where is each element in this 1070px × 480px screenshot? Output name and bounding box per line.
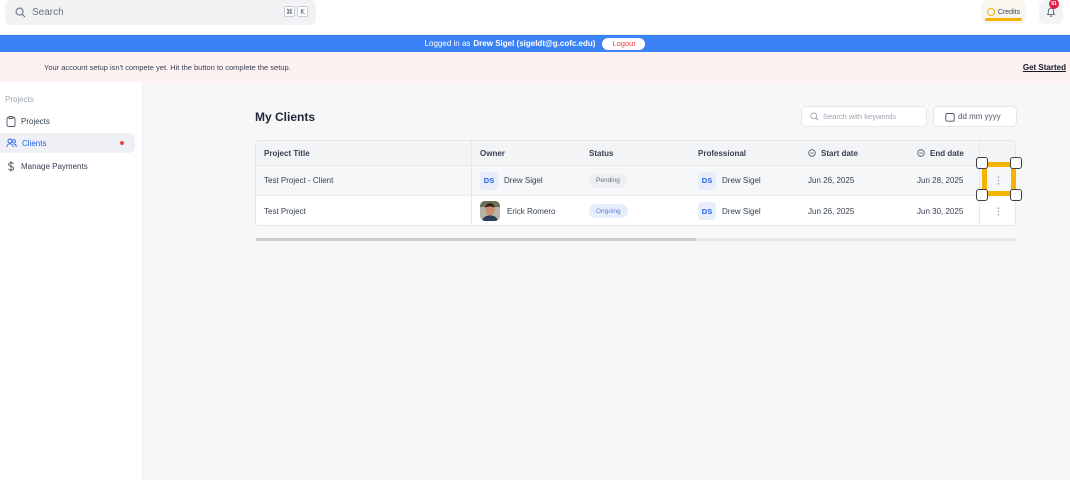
horizontal-scrollbar[interactable] xyxy=(256,238,1016,241)
command-key: ⌘ xyxy=(284,6,295,17)
end-date-cell: Jun 28, 2025 xyxy=(917,176,964,185)
credits-progress-bar xyxy=(985,18,1022,21)
clock-icon xyxy=(917,149,925,157)
sidebar: Projects Projects Clients Manage Payment… xyxy=(0,82,143,480)
professional-cell: DS Drew Sigel xyxy=(690,196,800,225)
status-badge: Pending xyxy=(589,173,627,188)
column-header-end-date[interactable]: End date xyxy=(909,141,979,165)
keyword-search-input[interactable]: Search with keywords xyxy=(801,106,927,127)
notifications-button[interactable]: 81 xyxy=(1039,0,1063,24)
handle-knob-top-right[interactable] xyxy=(1010,157,1022,169)
clock-icon xyxy=(808,149,816,157)
calendar-icon xyxy=(945,112,955,122)
users-icon xyxy=(6,138,17,148)
handle-knob-bottom-left[interactable] xyxy=(976,189,988,201)
k-key: K xyxy=(297,6,308,17)
table-row[interactable]: Test Project Erick Romero Ongoing DS Dre… xyxy=(256,196,1015,225)
setup-message: Your account setup isn't compete yet. Hi… xyxy=(44,62,291,72)
professional-name: Drew Sigel xyxy=(722,206,761,216)
table-header: Project Title Owner Status Professional … xyxy=(256,141,1015,166)
get-started-link[interactable]: Get Started xyxy=(1023,63,1066,72)
professional-cell: DS Drew Sigel xyxy=(690,166,800,195)
handle-knob-bottom-right[interactable] xyxy=(1010,189,1022,201)
table-row[interactable]: Test Project - Client DS Drew Sigel Pend… xyxy=(256,166,1015,196)
impersonation-bar: Logged in as Drew Sigel (sigeldt@g.cofc.… xyxy=(0,35,1070,52)
avatar-photo xyxy=(480,201,500,221)
sidebar-item-manage-payments[interactable]: Manage Payments xyxy=(0,156,135,176)
sidebar-item-projects[interactable]: Projects xyxy=(0,111,135,131)
setup-banner: Your account setup isn't compete yet. Hi… xyxy=(0,52,1070,82)
status-badge: Ongoing xyxy=(589,204,628,218)
sidebar-item-label: Clients xyxy=(22,138,47,148)
column-header-label: End date xyxy=(930,148,964,158)
search-icon xyxy=(810,112,819,121)
owner-name: Erick Romero xyxy=(507,206,556,216)
impersonation-prefix: Logged in as xyxy=(424,39,471,48)
column-header-owner[interactable]: Owner xyxy=(472,141,581,165)
top-bar: Search ⌘ K Credits 81 xyxy=(0,0,1070,35)
avatar: DS xyxy=(698,202,716,220)
project-title-cell: Test Project - Client xyxy=(256,166,472,195)
owner-cell: Erick Romero xyxy=(472,196,581,225)
status-cell: Ongoing xyxy=(581,196,690,225)
scrollbar-thumb[interactable] xyxy=(256,238,696,241)
professional-name: Drew Sigel xyxy=(722,176,761,185)
search-placeholder: Search xyxy=(32,7,64,18)
logout-button[interactable]: Logout xyxy=(602,37,646,50)
end-date-cell: Jun 30, 2025 xyxy=(917,206,964,216)
credits-button[interactable]: Credits xyxy=(981,0,1026,24)
sidebar-section-title: Projects xyxy=(5,95,34,104)
keyword-search-placeholder: Search with keywords xyxy=(823,112,896,121)
column-header-label: Start date xyxy=(821,148,858,158)
column-header-start-date[interactable]: Start date xyxy=(800,141,909,165)
owner-name: Drew Sigel xyxy=(504,176,543,185)
avatar: DS xyxy=(480,171,498,190)
column-header-professional[interactable]: Professional xyxy=(690,141,800,165)
sidebar-item-clients[interactable]: Clients xyxy=(0,133,135,153)
impersonated-user: Drew Sigel (sigeldt@g.cofc.edu) xyxy=(473,39,596,48)
sidebar-item-label: Manage Payments xyxy=(21,161,88,171)
clients-table: Project Title Owner Status Professional … xyxy=(255,140,1016,226)
unread-dot xyxy=(120,141,124,145)
column-header-status[interactable]: Status xyxy=(581,141,690,165)
avatar: DS xyxy=(698,171,716,190)
start-date-cell: Jun 26, 2025 xyxy=(808,206,855,216)
notification-badge: 81 xyxy=(1049,0,1059,9)
date-placeholder: dd mm yyyy xyxy=(958,112,1001,121)
global-search-input[interactable]: Search ⌘ K xyxy=(5,0,316,25)
clipboard-icon xyxy=(6,115,16,127)
page-title: My Clients xyxy=(255,110,316,124)
credits-label: Credits xyxy=(997,8,1021,16)
kebab-menu-icon xyxy=(997,206,1000,216)
dollar-icon xyxy=(8,160,15,172)
coin-icon xyxy=(986,8,995,16)
date-picker[interactable]: dd mm yyyy xyxy=(933,106,1017,127)
start-date-cell: Jun 26, 2025 xyxy=(808,176,855,185)
resize-handle[interactable] xyxy=(976,157,1022,201)
project-title-cell: Test Project xyxy=(256,196,472,225)
search-icon xyxy=(15,7,26,18)
column-header-project-title[interactable]: Project Title xyxy=(256,141,472,165)
handle-knob-top-left[interactable] xyxy=(976,157,988,169)
sidebar-item-label: Projects xyxy=(21,116,50,126)
status-cell: Pending xyxy=(581,166,690,195)
search-shortcut: ⌘ K xyxy=(284,6,308,17)
owner-cell: DS Drew Sigel xyxy=(472,166,581,195)
